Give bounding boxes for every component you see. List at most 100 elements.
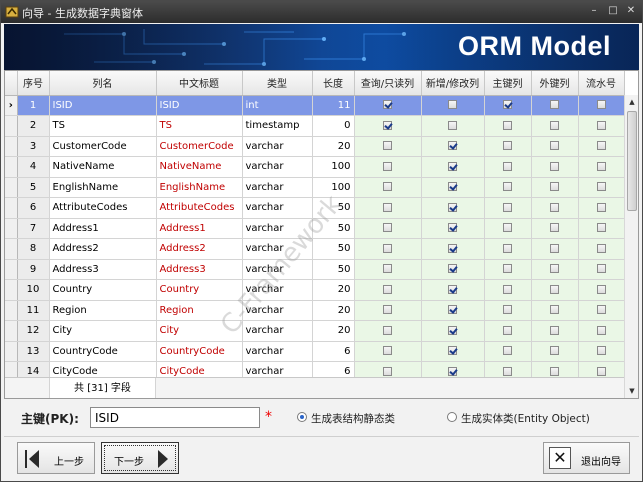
cell-length[interactable]: 100: [312, 156, 355, 178]
cell-edit-checkbox[interactable]: [421, 279, 485, 301]
cell-fk-checkbox[interactable]: [531, 341, 579, 362]
cell-query-checkbox[interactable]: [354, 279, 422, 301]
cell-fk-checkbox[interactable]: [531, 259, 579, 280]
pk-checkbox[interactable]: [503, 141, 512, 151]
cell-name[interactable]: CountryCode: [49, 341, 157, 362]
cell-fk-checkbox[interactable]: [531, 197, 579, 219]
cell-fk-checkbox[interactable]: [531, 238, 579, 260]
fk-checkbox[interactable]: [550, 243, 559, 253]
cell-fk-checkbox[interactable]: [531, 300, 579, 321]
cell-length[interactable]: 20: [312, 279, 355, 301]
table-row[interactable]: 8 Address2 Address2 varchar 50: [5, 238, 625, 260]
cell-edit-checkbox[interactable]: [421, 95, 485, 116]
scroll-down-icon[interactable]: ▼: [627, 385, 637, 397]
cell-serial-checkbox[interactable]: [578, 300, 625, 321]
cell-type[interactable]: varchar: [242, 136, 313, 157]
query-checkbox[interactable]: [383, 264, 392, 274]
query-checkbox[interactable]: [383, 161, 392, 171]
static-class-label[interactable]: 生成表结构静态类: [311, 411, 395, 426]
cell-serial-checkbox[interactable]: [578, 136, 625, 157]
cell-pk-checkbox[interactable]: [484, 259, 532, 280]
next-button[interactable]: 下一步: [101, 442, 179, 474]
cell-fk-checkbox[interactable]: [531, 95, 579, 116]
table-row[interactable]: 12 City City varchar 20: [5, 320, 625, 342]
pk-input[interactable]: [90, 407, 260, 428]
cell-pk-checkbox[interactable]: [484, 279, 532, 301]
entity-class-label[interactable]: 生成实体类(Entity Object): [461, 411, 590, 426]
table-row[interactable]: 6 AttributeCodes AttributeCodes varchar 50: [5, 197, 625, 219]
edit-checkbox[interactable]: [448, 120, 457, 130]
pk-checkbox[interactable]: [503, 346, 512, 356]
column-header[interactable]: 类型: [242, 71, 313, 96]
exit-button[interactable]: ✕ 退出向导: [543, 442, 630, 474]
cell-serial-checkbox[interactable]: [578, 197, 625, 219]
cell-name[interactable]: EnglishName: [49, 177, 157, 198]
query-checkbox[interactable]: [383, 182, 392, 192]
fk-checkbox[interactable]: [550, 202, 559, 212]
query-checkbox[interactable]: [383, 141, 392, 151]
cell-serial-checkbox[interactable]: [578, 259, 625, 280]
cell-serial-checkbox[interactable]: [578, 95, 625, 116]
cell-length[interactable]: 50: [312, 218, 355, 239]
column-header[interactable]: 流水号: [578, 71, 625, 96]
cell-query-checkbox[interactable]: [354, 300, 422, 321]
cell-serial-checkbox[interactable]: [578, 156, 625, 178]
query-checkbox[interactable]: [383, 120, 392, 130]
cell-serial-checkbox[interactable]: [578, 238, 625, 260]
cell-name[interactable]: NativeName: [49, 156, 157, 178]
serial-checkbox[interactable]: [596, 305, 606, 315]
table-row[interactable]: › 1 ISID ISID int 11: [5, 95, 625, 116]
serial-checkbox[interactable]: [596, 264, 606, 274]
table-row[interactable]: 9 Address3 Address3 varchar 50: [5, 259, 625, 280]
cell-fk-checkbox[interactable]: [531, 218, 579, 239]
cell-type[interactable]: int: [242, 95, 313, 116]
cell-edit-checkbox[interactable]: [421, 218, 485, 239]
table-row[interactable]: 10 Country Country varchar 20: [5, 279, 625, 301]
cell-serial-checkbox[interactable]: [578, 177, 625, 198]
cell-pk-checkbox[interactable]: [484, 341, 532, 362]
pk-checkbox[interactable]: [503, 366, 512, 376]
query-checkbox[interactable]: [383, 202, 392, 212]
cell-fk-checkbox[interactable]: [531, 156, 579, 178]
cell-pk-checkbox[interactable]: [484, 300, 532, 321]
cell-title[interactable]: Address1: [156, 218, 243, 239]
cell-name[interactable]: Region: [49, 300, 157, 321]
cell-type[interactable]: varchar: [242, 341, 313, 362]
fk-checkbox[interactable]: [550, 120, 559, 130]
cell-length[interactable]: 11: [312, 95, 355, 116]
edit-checkbox[interactable]: [448, 284, 457, 294]
cell-query-checkbox[interactable]: [354, 218, 422, 239]
cell-pk-checkbox[interactable]: [484, 177, 532, 198]
fk-checkbox[interactable]: [550, 325, 559, 335]
table-row[interactable]: 13 CountryCode CountryCode varchar 6: [5, 341, 625, 362]
query-checkbox[interactable]: [383, 346, 392, 356]
query-checkbox[interactable]: [383, 223, 392, 233]
minimize-button[interactable]: –: [587, 4, 601, 18]
cell-name[interactable]: TS: [49, 115, 157, 137]
row-indicator[interactable]: [5, 218, 18, 239]
cell-query-checkbox[interactable]: [354, 177, 422, 198]
cell-serial-checkbox[interactable]: [578, 341, 625, 362]
cell-length[interactable]: 50: [312, 197, 355, 219]
cell-length[interactable]: 50: [312, 238, 355, 260]
cell-type[interactable]: varchar: [242, 218, 313, 239]
serial-checkbox[interactable]: [596, 366, 606, 376]
cell-type[interactable]: varchar: [242, 259, 313, 280]
fk-checkbox[interactable]: [550, 305, 559, 315]
row-indicator[interactable]: [5, 136, 18, 157]
row-indicator[interactable]: [5, 197, 18, 219]
cell-edit-checkbox[interactable]: [421, 341, 485, 362]
row-indicator[interactable]: [5, 115, 18, 137]
cell-name[interactable]: Address3: [49, 259, 157, 280]
cell-title[interactable]: TS: [156, 115, 243, 137]
cell-name[interactable]: AttributeCodes: [49, 197, 157, 219]
column-header[interactable]: 列名: [49, 71, 157, 96]
entity-class-radio[interactable]: [447, 412, 457, 422]
cell-pk-checkbox[interactable]: [484, 156, 532, 178]
row-indicator[interactable]: [5, 259, 18, 280]
cell-edit-checkbox[interactable]: [421, 197, 485, 219]
cell-edit-checkbox[interactable]: [421, 259, 485, 280]
cell-fk-checkbox[interactable]: [531, 320, 579, 342]
cell-edit-checkbox[interactable]: [421, 238, 485, 260]
cell-pk-checkbox[interactable]: [484, 238, 532, 260]
